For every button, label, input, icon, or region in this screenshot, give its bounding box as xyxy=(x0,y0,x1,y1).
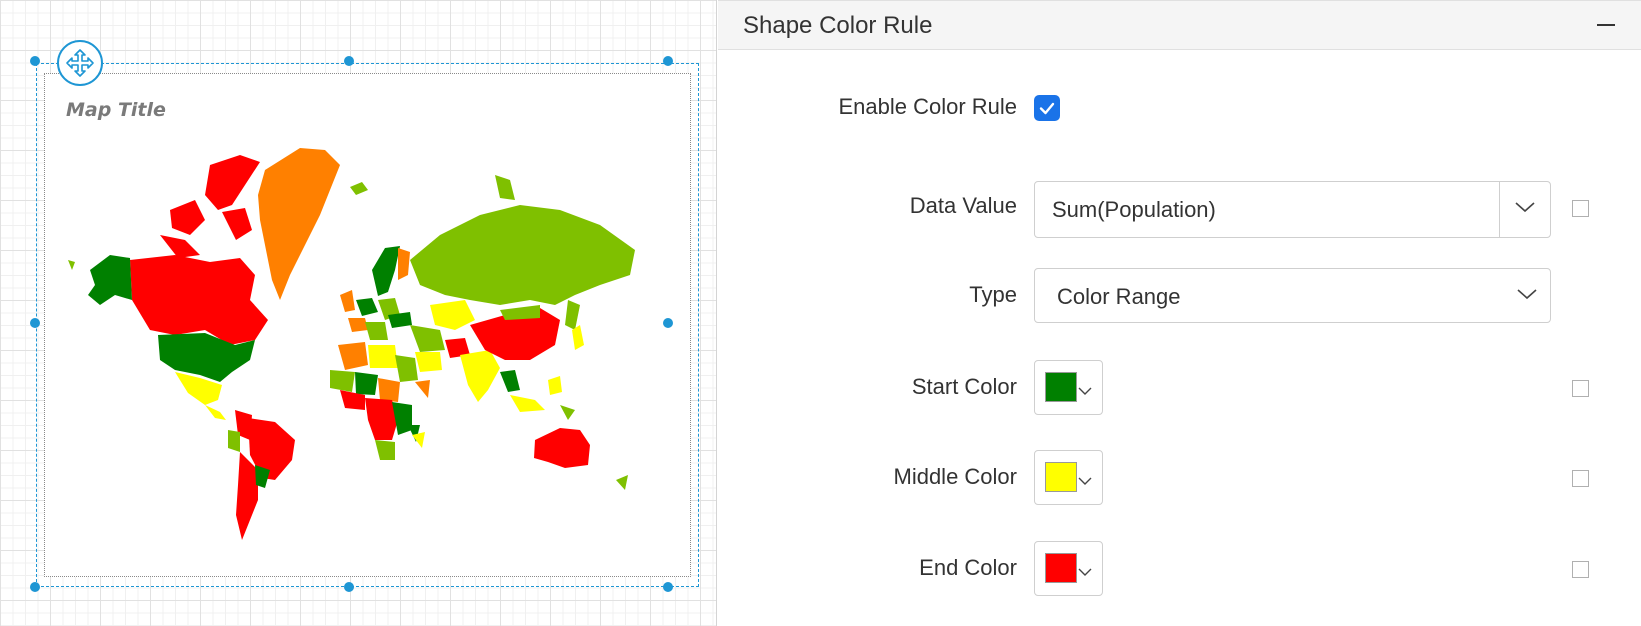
chevron-down-icon[interactable] xyxy=(1514,200,1536,219)
start-color-swatch xyxy=(1045,372,1077,402)
move-handle[interactable] xyxy=(57,40,103,86)
map-shape-scandinavia xyxy=(372,246,400,296)
resize-handle-left[interactable] xyxy=(30,318,40,328)
report-design-canvas: Map Title xyxy=(0,0,717,626)
map-shape-russia xyxy=(410,205,635,305)
middle-color-expression-checkbox[interactable] xyxy=(1572,470,1589,487)
properties-panel: Shape Color Rule Enable Color Rule Data … xyxy=(718,0,1641,626)
checkmark-icon xyxy=(1039,102,1055,115)
type-select[interactable]: Color Range xyxy=(1034,268,1551,323)
map-shape-australia xyxy=(534,428,590,468)
map-shape-greenland xyxy=(258,148,340,300)
middle-color-row: Middle Color xyxy=(718,450,1641,505)
resize-handle-top-left[interactable] xyxy=(30,56,40,66)
type-value: Color Range xyxy=(1057,284,1181,309)
end-color-expression-checkbox[interactable] xyxy=(1572,561,1589,578)
end-color-picker[interactable] xyxy=(1034,541,1103,596)
end-color-label: End Color xyxy=(919,555,1017,580)
map-shape-alaska xyxy=(88,255,132,305)
map-shape-india xyxy=(460,350,500,402)
panel-header[interactable]: Shape Color Rule xyxy=(718,0,1641,50)
resize-handle-bottom[interactable] xyxy=(344,582,354,592)
start-color-picker[interactable] xyxy=(1034,360,1103,415)
move-arrows-icon xyxy=(66,49,94,77)
start-color-label: Start Color xyxy=(911,374,1017,399)
enable-color-rule-row: Enable Color Rule xyxy=(718,88,1641,128)
map-shape-africa-north xyxy=(338,342,368,370)
enable-color-rule-checkbox[interactable] xyxy=(1034,95,1060,121)
chevron-down-icon xyxy=(1078,383,1092,401)
panel-title: Shape Color Rule xyxy=(743,12,933,39)
start-color-expression-checkbox[interactable] xyxy=(1572,380,1589,397)
world-map xyxy=(68,148,635,540)
data-value-label: Data Value xyxy=(909,193,1017,218)
map-shape-canada xyxy=(130,255,268,345)
middle-color-swatch xyxy=(1045,462,1077,492)
type-row: Type Color Range xyxy=(718,268,1641,323)
dropdown-separator xyxy=(1499,182,1500,237)
chevron-down-icon[interactable] xyxy=(1516,287,1538,306)
start-color-row: Start Color xyxy=(718,360,1641,415)
resize-handle-top-right[interactable] xyxy=(663,56,673,66)
data-value-text[interactable]: Sum(Population) xyxy=(1052,197,1216,223)
resize-handle-bottom-left[interactable] xyxy=(30,582,40,592)
data-value-row: Data Value Sum(Population) xyxy=(718,180,1641,238)
middle-color-label: Middle Color xyxy=(893,464,1018,489)
collapse-icon[interactable] xyxy=(1597,24,1615,26)
resize-handle-bottom-right[interactable] xyxy=(663,582,673,592)
chevron-down-icon xyxy=(1078,473,1092,491)
resize-handle-top[interactable] xyxy=(344,56,354,66)
map-shape-canada-islands xyxy=(205,155,260,210)
type-label: Type xyxy=(969,282,1017,307)
end-color-swatch xyxy=(1045,553,1077,583)
data-value-combobox[interactable]: Sum(Population) xyxy=(1034,181,1551,238)
data-value-expression-checkbox[interactable] xyxy=(1572,200,1589,217)
chevron-down-icon xyxy=(1078,564,1092,582)
resize-handle-right[interactable] xyxy=(663,318,673,328)
middle-color-picker[interactable] xyxy=(1034,450,1103,505)
enable-color-rule-label: Enable Color Rule xyxy=(838,94,1017,119)
end-color-row: End Color xyxy=(718,541,1641,596)
